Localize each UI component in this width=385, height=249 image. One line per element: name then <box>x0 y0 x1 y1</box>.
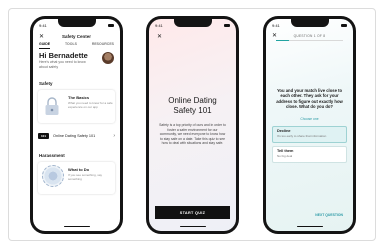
card-title: The Basics <box>68 95 90 100</box>
phone-screen: 9:41 ✕ Safety Center GUIDE TOOLS RESOURC… <box>33 19 120 231</box>
option-description: It's too early to share that information <box>277 134 327 138</box>
option-description: No big deal <box>277 154 293 158</box>
card-description: What you need to know for a safe experie… <box>68 101 113 109</box>
phone-screen: 9:41 ✕ QUESTION 1 OF 8 You and your matc… <box>266 19 353 231</box>
list-item-label: Online Dating Safety 101 <box>53 134 96 138</box>
question-text: You and your match live close to each ot… <box>276 88 343 110</box>
status-time: 9:41 <box>272 22 280 28</box>
battery-icon <box>108 23 114 27</box>
avatar[interactable] <box>102 52 114 64</box>
page-title: Safety Center <box>61 33 91 39</box>
phone-screen: 9:41 ✕ Online Dating Safety 101 Safety i… <box>149 19 236 231</box>
choose-one-label: Choose one <box>300 117 319 121</box>
section-heading-harassment: Harassment <box>39 153 65 158</box>
section-heading-safety: Safety <box>39 81 53 86</box>
close-icon[interactable]: ✕ <box>272 32 280 39</box>
quiz-title: Online Dating Safety 101 <box>149 96 236 116</box>
phone-safety-center: 9:41 ✕ Safety Center GUIDE TOOLS RESOURC… <box>30 16 123 234</box>
quiz-title-line2: Safety 101 <box>173 106 212 115</box>
card-description: If you see something, say something <box>68 173 103 181</box>
tab-bar: GUIDE TOOLS RESOURCES <box>39 42 114 49</box>
progress-fill <box>276 40 290 41</box>
chevron-right-icon: › <box>113 133 115 139</box>
option-title: Tell them <box>277 149 294 153</box>
status-icons <box>341 23 347 27</box>
status-time: 9:41 <box>155 22 163 28</box>
badge-101: 101 <box>38 133 50 139</box>
battery-icon <box>224 23 230 27</box>
quiz-title-line1: Online Dating <box>168 96 217 105</box>
list-item-safety-101[interactable]: 101 Online Dating Safety 101 › <box>38 130 115 142</box>
quiz-description: Safety is a top priority of ours and in … <box>159 123 226 146</box>
card-the-basics[interactable]: The Basics What you need to know for a s… <box>38 90 115 123</box>
tab-tools[interactable]: TOOLS <box>65 42 77 49</box>
status-time: 9:41 <box>39 22 47 28</box>
close-icon[interactable]: ✕ <box>157 33 162 40</box>
progress-bar <box>276 40 343 41</box>
answer-option-decline[interactable]: Decline It's too early to share that inf… <box>272 126 347 143</box>
tab-guide[interactable]: GUIDE <box>39 42 51 49</box>
answer-option-tell-them[interactable]: Tell them No big deal <box>272 146 347 163</box>
app-header: ✕ Safety Center <box>39 31 114 41</box>
close-icon[interactable]: ✕ <box>39 33 47 40</box>
option-title: Decline <box>277 129 291 133</box>
next-question-button[interactable]: NEXT QUESTION <box>315 213 343 217</box>
card-what-to-do[interactable]: What to Do If you see something, say som… <box>38 162 115 194</box>
phone-notch <box>290 19 329 27</box>
status-icons <box>108 23 114 27</box>
question-counter: QUESTION 1 OF 8 <box>293 33 326 38</box>
home-indicator <box>179 225 206 227</box>
phone-quiz-question: 9:41 ✕ QUESTION 1 OF 8 You and your matc… <box>263 16 356 234</box>
home-indicator <box>63 225 90 227</box>
battery-icon <box>341 23 347 27</box>
phone-notch <box>57 19 96 27</box>
quiz-header: ✕ QUESTION 1 OF 8 <box>272 32 347 39</box>
tab-resources[interactable]: RESOURCES <box>92 42 114 49</box>
phone-notch <box>173 19 212 27</box>
globe-icon <box>42 165 64 187</box>
status-icons <box>224 23 230 27</box>
greeting-subtitle: Here's what you need to know about safet… <box>39 60 86 69</box>
card-title: What to Do <box>68 167 90 172</box>
lock-icon <box>45 97 59 115</box>
start-quiz-button[interactable]: START QUIZ <box>155 206 230 219</box>
home-indicator <box>296 225 323 227</box>
phone-quiz-intro: 9:41 ✕ Online Dating Safety 101 Safety i… <box>146 16 239 234</box>
